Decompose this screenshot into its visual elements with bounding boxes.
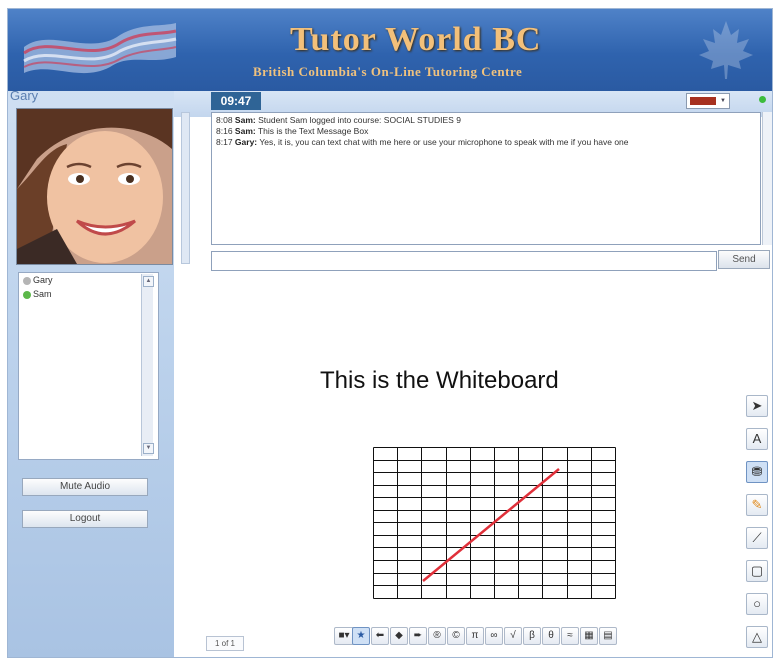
theta-icon[interactable]: θ: [542, 627, 560, 645]
triangle-tool-icon[interactable]: △: [746, 626, 768, 648]
logout-button[interactable]: Logout: [22, 510, 148, 528]
beta-icon[interactable]: β: [523, 627, 541, 645]
presenter-face-image: [17, 109, 172, 264]
circle-tool-icon[interactable]: ○: [746, 593, 768, 615]
send-button[interactable]: Send: [718, 250, 770, 269]
chat-scrollbar[interactable]: [762, 112, 772, 245]
pencil-tool-icon[interactable]: ✎: [746, 494, 768, 516]
text-tool-icon[interactable]: A: [746, 428, 768, 450]
chat-message: 8:08 Sam: Student Sam logged into course…: [216, 115, 461, 125]
table-icon[interactable]: ▤: [599, 627, 617, 645]
header-banner: Tutor World BC British Columbia's On-Lin…: [8, 9, 772, 91]
bc-flag-logo: [23, 23, 177, 74]
shape-dropdown-icon[interactable]: ■▾: [334, 627, 354, 645]
scroll-down-icon[interactable]: ▼: [143, 443, 154, 454]
chat-message-box[interactable]: 8:08 Sam: Student Sam logged into course…: [211, 112, 761, 245]
user-name: Gary: [33, 275, 53, 285]
list-item[interactable]: Sam: [19, 289, 158, 301]
rectangle-tool-icon[interactable]: ▢: [746, 560, 768, 582]
chat-message: 8:16 Sam: This is the Text Message Box: [216, 126, 369, 136]
scroll-up-icon[interactable]: ▲: [143, 276, 154, 287]
chevron-down-icon: ▼: [720, 98, 726, 104]
approx-icon[interactable]: ≈: [561, 627, 579, 645]
whiteboard-text: This is the Whiteboard: [320, 367, 559, 394]
user-status-icon: [23, 291, 31, 299]
diamond-icon[interactable]: ◆: [390, 627, 408, 645]
chat-message: 8:17 Gary: Yes, it is, you can text chat…: [216, 137, 629, 147]
copyright-icon[interactable]: ©: [447, 627, 465, 645]
user-name: Sam: [33, 289, 52, 299]
chat-input[interactable]: [211, 251, 717, 271]
mute-audio-button[interactable]: Mute Audio: [22, 478, 148, 496]
whiteboard-grid-drawing: [373, 447, 616, 599]
webcam-video: [16, 108, 173, 265]
session-clock: 09:47: [211, 92, 261, 110]
list-item[interactable]: Gary: [19, 275, 158, 287]
registered-icon[interactable]: ®: [428, 627, 446, 645]
line-tool-icon[interactable]: ⟋: [746, 527, 768, 549]
arrow-left-icon[interactable]: ⬅: [371, 627, 389, 645]
pen-color-picker[interactable]: ▼: [686, 93, 730, 109]
app-title: Tutor World BC: [290, 21, 542, 58]
grid-icon[interactable]: ▦: [580, 627, 598, 645]
app-subtitle: British Columbia's On-Line Tutoring Cent…: [253, 64, 523, 79]
maple-leaf-icon: [699, 21, 753, 79]
user-status-icon: [23, 277, 31, 285]
video-user-name: Gary: [10, 88, 39, 103]
pen-color-swatch: [690, 97, 716, 105]
infinity-icon[interactable]: ∞: [485, 627, 503, 645]
user-list: Gary Sam: [18, 272, 159, 460]
square-root-icon[interactable]: √: [504, 627, 522, 645]
star-icon[interactable]: ★: [352, 627, 370, 645]
video-scrollbar[interactable]: [181, 112, 190, 264]
page-indicator: 1 of 1: [206, 636, 244, 651]
pi-icon[interactable]: π: [466, 627, 484, 645]
user-list-scrollbar[interactable]: ▲ ▼: [141, 274, 154, 456]
select-tool-icon[interactable]: ➤: [746, 395, 768, 417]
arrow-right-icon[interactable]: ➨: [409, 627, 427, 645]
stamp-tool-icon[interactable]: ⛃: [746, 461, 768, 483]
online-status-icon: [759, 96, 766, 103]
